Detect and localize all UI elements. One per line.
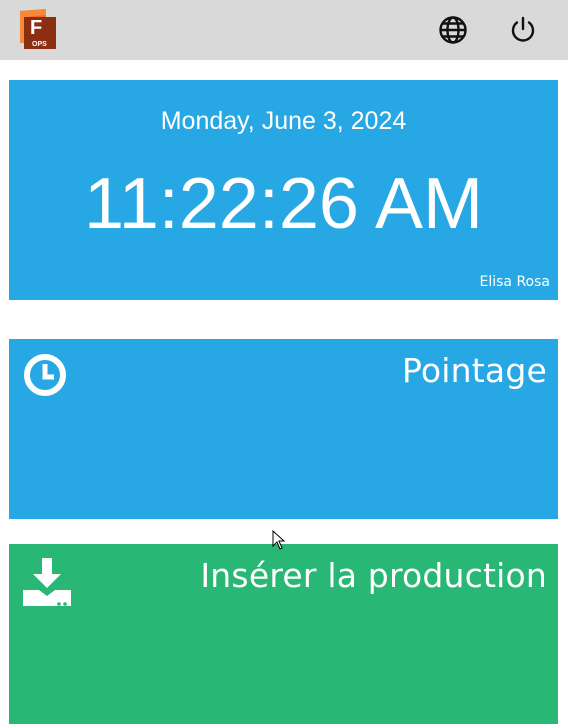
clock-card: Monday, June 3, 2024 11:22:26 AM Elisa R… [9,80,558,300]
logo-letter: F [30,17,42,39]
mouse-cursor-icon [272,529,286,550]
pointage-label: Pointage [401,351,547,390]
power-icon[interactable] [507,14,539,46]
globe-icon[interactable] [437,14,469,46]
insert-production-label: Insérer la production [200,556,547,595]
download-icon [23,558,71,610]
fusion-ops-logo[interactable]: F OPS [18,9,58,51]
top-bar: F OPS [0,0,568,60]
current-time: 11:22:26 AM [84,164,483,244]
insert-production-tile[interactable]: Insérer la production [9,544,558,724]
clock-icon [23,353,71,401]
user-name: Elisa Rosa [479,274,551,290]
logo-caption: OPS [32,41,47,48]
pointage-tile[interactable]: Pointage [9,339,558,519]
current-date: Monday, June 3, 2024 [160,107,407,135]
